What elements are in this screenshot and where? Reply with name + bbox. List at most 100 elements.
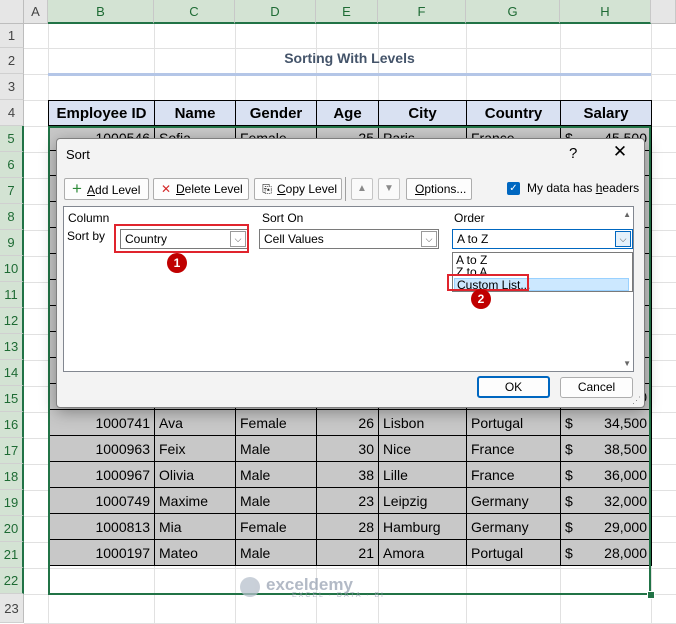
row-header-20[interactable]: 20	[0, 516, 24, 542]
column-header-f[interactable]: F	[378, 0, 466, 24]
chevron-down-icon[interactable]: ⌵	[421, 231, 437, 247]
scroll-up-icon[interactable]: ▲	[623, 210, 631, 219]
row-header-16[interactable]: 16	[0, 412, 24, 438]
cell-name[interactable]: Mia	[154, 513, 236, 540]
header-city[interactable]: City	[378, 100, 467, 126]
cell-gender[interactable]: Male	[235, 435, 317, 462]
row-header-13[interactable]: 13	[0, 334, 24, 360]
cell-city[interactable]: Amora	[378, 539, 467, 566]
cell-gender[interactable]: Female	[235, 513, 317, 540]
chevron-down-icon[interactable]: ⌵	[615, 231, 631, 247]
cell-city[interactable]: Nice	[378, 435, 467, 462]
row-header-21[interactable]: 21	[0, 542, 24, 568]
cell-salary[interactable]: $32,000	[560, 487, 652, 514]
column-header-d[interactable]: D	[235, 0, 316, 24]
order-select[interactable]: A to Z ⌵	[452, 229, 633, 249]
column-header-b[interactable]: B	[48, 0, 154, 24]
row-header-8[interactable]: 8	[0, 204, 24, 230]
cell-gender[interactable]: Male	[235, 461, 317, 488]
column-header-e[interactable]: E	[316, 0, 378, 24]
row-header-15[interactable]: 15	[0, 386, 24, 412]
header-gender[interactable]: Gender	[235, 100, 317, 126]
cell-salary[interactable]: $34,500	[560, 409, 652, 436]
row-header-23[interactable]: 23	[0, 594, 24, 623]
row-header-3[interactable]: 3	[0, 74, 24, 100]
cell-country[interactable]: France	[466, 435, 561, 462]
resize-grip-icon[interactable]: ⋰	[632, 395, 641, 406]
cell-salary[interactable]: $38,500	[560, 435, 652, 462]
row-header-14[interactable]: 14	[0, 360, 24, 386]
cell-country[interactable]: France	[466, 461, 561, 488]
cell-name[interactable]: Mateo	[154, 539, 236, 566]
close-icon[interactable]: ✕	[610, 142, 630, 162]
cell-name[interactable]: Maxime	[154, 487, 236, 514]
row-header-7[interactable]: 7	[0, 178, 24, 204]
row-header-11[interactable]: 11	[0, 282, 24, 308]
cell-employee-id[interactable]: 1000967	[48, 461, 155, 488]
move-up-button[interactable]: ▲	[351, 178, 373, 200]
cell-age[interactable]: 23	[316, 487, 379, 514]
row-header-12[interactable]: 12	[0, 308, 24, 334]
cell-country[interactable]: Germany	[466, 513, 561, 540]
cell-name[interactable]: Ava	[154, 409, 236, 436]
cancel-button[interactable]: Cancel	[560, 377, 633, 398]
column-header-h[interactable]: H	[560, 0, 651, 24]
row-header-9[interactable]: 9	[0, 230, 24, 256]
row-header-22[interactable]: 22	[0, 568, 24, 594]
cell-salary[interactable]: $36,000	[560, 461, 652, 488]
column-header-next[interactable]	[651, 0, 676, 24]
cell-gender[interactable]: Female	[235, 409, 317, 436]
select-all-corner[interactable]	[0, 0, 24, 24]
row-header-19[interactable]: 19	[0, 490, 24, 516]
cell-gender[interactable]: Male	[235, 487, 317, 514]
header-salary[interactable]: Salary	[560, 100, 652, 126]
add-level-button[interactable]: + Add Level	[64, 178, 149, 200]
cell-salary[interactable]: $28,000	[560, 539, 652, 566]
header-employee-id[interactable]: Employee ID	[48, 100, 155, 126]
cell-city[interactable]: Lisbon	[378, 409, 467, 436]
cell-city[interactable]: Lille	[378, 461, 467, 488]
cell-country[interactable]: Portugal	[466, 539, 561, 566]
cell-age[interactable]: 28	[316, 513, 379, 540]
cell-salary[interactable]: $29,000	[560, 513, 652, 540]
row-header-17[interactable]: 17	[0, 438, 24, 464]
cell-employee-id[interactable]: 1000749	[48, 487, 155, 514]
row-header-18[interactable]: 18	[0, 464, 24, 490]
cell-city[interactable]: Leipzig	[378, 487, 467, 514]
cell-age[interactable]: 21	[316, 539, 379, 566]
cell-employee-id[interactable]: 1000741	[48, 409, 155, 436]
row-header-10[interactable]: 10	[0, 256, 24, 282]
ok-button[interactable]: OK	[477, 376, 550, 398]
fill-handle[interactable]	[647, 591, 655, 599]
headers-checkbox[interactable]: ✓	[507, 182, 520, 195]
cell-age[interactable]: 26	[316, 409, 379, 436]
header-country[interactable]: Country	[466, 100, 561, 126]
cell-name[interactable]: Feix	[154, 435, 236, 462]
cell-city[interactable]: Hamburg	[378, 513, 467, 540]
header-name[interactable]: Name	[154, 100, 236, 126]
cell-country[interactable]: Germany	[466, 487, 561, 514]
scroll-down-icon[interactable]: ▼	[623, 359, 631, 368]
row-header-6[interactable]: 6	[0, 152, 24, 178]
cell-name[interactable]: Olivia	[154, 461, 236, 488]
column-header-g[interactable]: G	[466, 0, 560, 24]
cell-employee-id[interactable]: 1000963	[48, 435, 155, 462]
sort-on-select[interactable]: Cell Values ⌵	[259, 229, 439, 249]
headers-checkbox-label[interactable]: My data has headers	[527, 181, 639, 195]
cell-employee-id[interactable]: 1000197	[48, 539, 155, 566]
cell-age[interactable]: 38	[316, 461, 379, 488]
move-down-button[interactable]: ▼	[378, 178, 400, 200]
delete-level-button[interactable]: ✕ Delete Level	[153, 178, 249, 200]
cell-gender[interactable]: Male	[235, 539, 317, 566]
copy-level-button[interactable]: ⎘ Copy Level	[254, 178, 342, 200]
cell-employee-id[interactable]: 1000813	[48, 513, 155, 540]
cell-age[interactable]: 30	[316, 435, 379, 462]
header-age[interactable]: Age	[316, 100, 379, 126]
column-header-c[interactable]: C	[154, 0, 235, 24]
row-header-5[interactable]: 5	[0, 126, 24, 152]
row-header-1[interactable]: 1	[0, 24, 24, 48]
cell-country[interactable]: Portugal	[466, 409, 561, 436]
row-header-2[interactable]: 2	[0, 48, 24, 74]
column-header-a[interactable]: A	[24, 0, 48, 24]
help-icon[interactable]: ?	[569, 145, 577, 162]
